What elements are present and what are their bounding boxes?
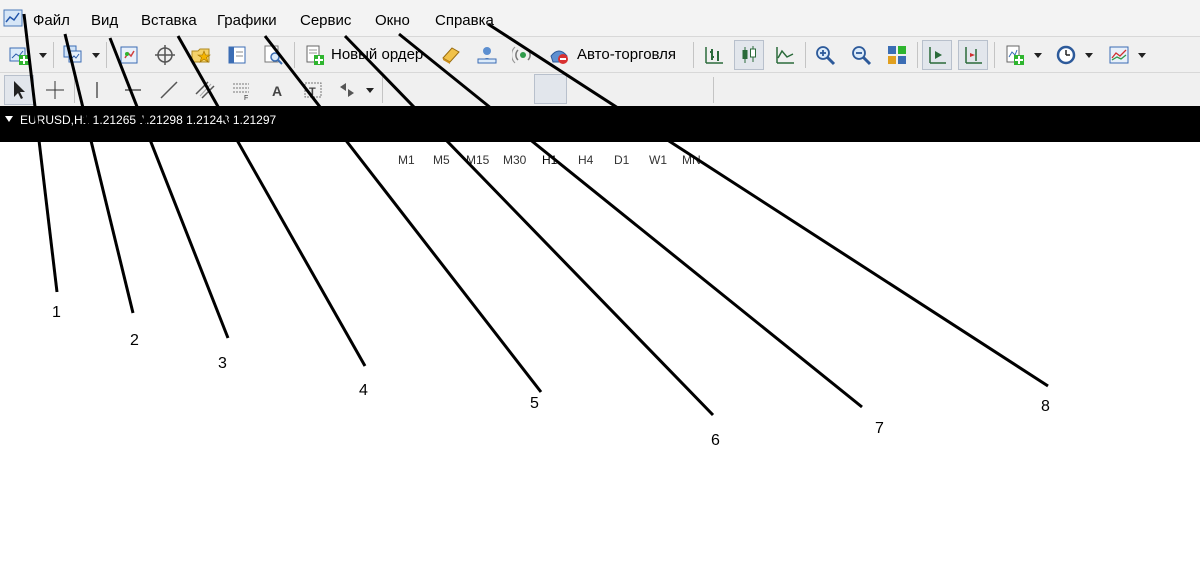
callout-6: 6 [711,432,720,449]
leader-line-4 [176,35,367,367]
annotation-lines [22,13,1049,417]
leader-line-1 [22,13,59,293]
leader-line-5 [263,35,543,393]
callout-3: 3 [218,355,227,372]
leader-line-6 [343,34,715,417]
callout-5: 5 [530,395,539,412]
callout-8: 8 [1041,398,1050,415]
callout-4: 4 [359,382,368,399]
leader-line-2 [63,33,135,314]
callout-1: 1 [52,304,61,321]
callout-2: 2 [130,332,139,349]
callout-7: 7 [875,420,884,437]
